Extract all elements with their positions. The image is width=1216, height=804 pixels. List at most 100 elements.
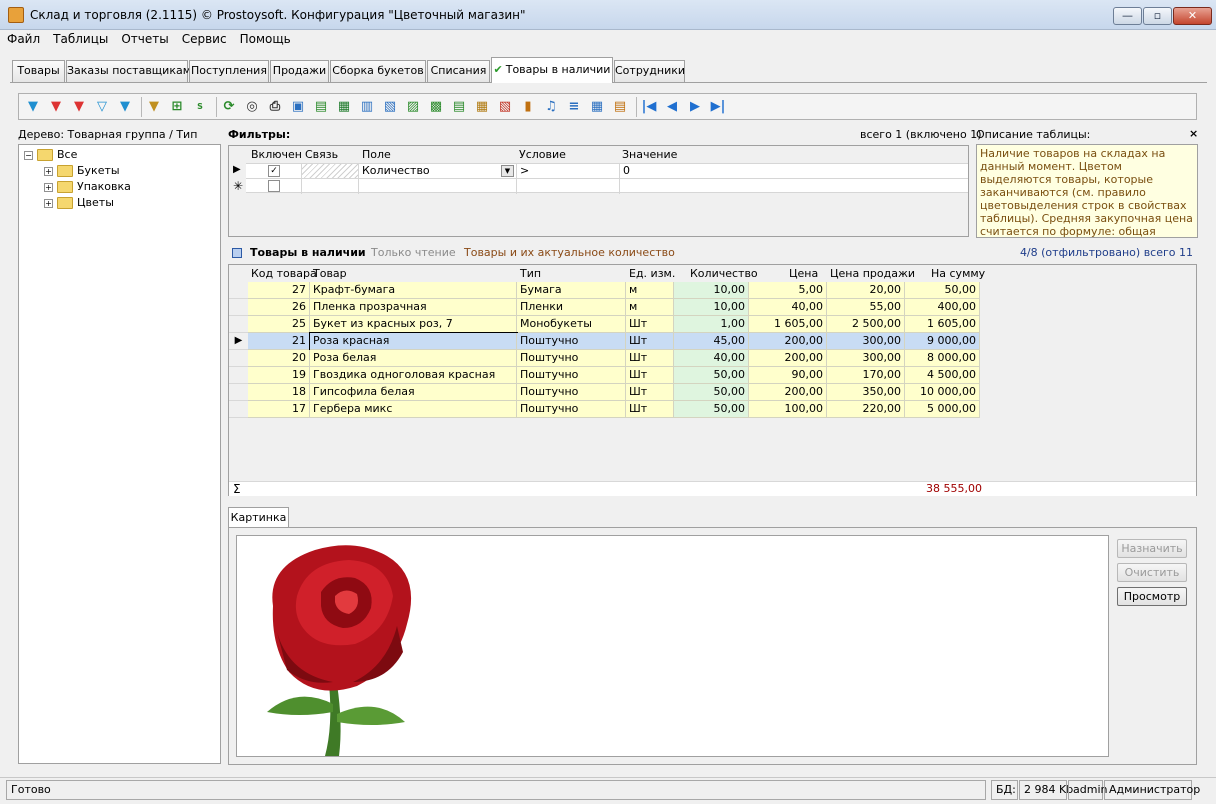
prev-icon[interactable]: ◀ — [663, 98, 681, 116]
menu-help[interactable]: Помощь — [233, 30, 297, 47]
cell-sale-price[interactable]: 350,00 — [827, 384, 905, 401]
tree-node-bouquets[interactable]: + Букеты — [44, 164, 120, 178]
filter-icon[interactable]: ▼ — [24, 98, 42, 116]
cell-type[interactable]: Бумага — [517, 282, 626, 299]
cell-code[interactable]: 17 — [248, 401, 310, 418]
tab-picture[interactable]: Картинка — [228, 507, 289, 528]
expand-icon[interactable]: + — [44, 166, 53, 176]
filter-field-select[interactable]: Количество ▼ — [359, 164, 517, 179]
table-row[interactable]: 25 Букет из красных роз, 7 Монобукеты Шт 1,0… — [248, 316, 983, 333]
filter-edit-icon[interactable]: ▼ — [116, 98, 134, 116]
cell-code[interactable]: 27 — [248, 282, 310, 299]
cell-type[interactable]: Пленки — [517, 299, 626, 316]
table-row[interactable]: 17 Гербера микс Поштучно Шт 50,00 100,00 220,0… — [248, 401, 983, 418]
cell-product[interactable]: Роза красная — [309, 332, 518, 351]
tab-sales[interactable]: Продажи — [270, 60, 329, 82]
row-selector[interactable] — [229, 316, 248, 333]
next-icon[interactable]: ▶ — [686, 98, 704, 116]
export-excel-icon[interactable]: ▦ — [335, 98, 353, 116]
cell-quantity[interactable]: 45,00 — [674, 333, 749, 350]
cell-code[interactable]: 19 — [248, 367, 310, 384]
menu-reports[interactable]: Отчеты — [114, 30, 174, 47]
col-unit[interactable]: Ед. изм. — [629, 267, 675, 280]
last-icon[interactable]: ▶| — [709, 98, 727, 116]
table-row[interactable]: 20 Роза белая Поштучно Шт 40,00 200,00 300,00 8… — [248, 350, 983, 367]
export-dbf-icon[interactable]: ▦ — [473, 98, 491, 116]
filter-toggle-icon[interactable]: ▼ — [145, 98, 163, 116]
cell-quantity[interactable]: 50,00 — [674, 367, 749, 384]
cell-total[interactable]: 9 000,00 — [905, 333, 980, 350]
row-selector[interactable] — [229, 367, 248, 384]
filter-condition-cell[interactable]: > — [517, 164, 620, 179]
cell-quantity[interactable]: 40,00 — [674, 350, 749, 367]
tab-supplier-orders[interactable]: Заказы поставщикам — [66, 60, 191, 82]
cell-sale-price[interactable]: 20,00 — [827, 282, 905, 299]
cell-total[interactable]: 4 500,00 — [905, 367, 980, 384]
cell-type[interactable]: Поштучно — [517, 401, 626, 418]
cell-price[interactable]: 200,00 — [749, 350, 827, 367]
minimize-button[interactable]: — — [1113, 7, 1142, 25]
refresh-icon[interactable]: ⟳ — [220, 98, 238, 116]
menu-service[interactable]: Сервис — [175, 30, 233, 47]
cell-type[interactable]: Поштучно — [517, 384, 626, 401]
cell-unit[interactable]: Шт — [626, 333, 674, 350]
export-txt-icon[interactable]: ▤ — [450, 98, 468, 116]
tab-bouquet-assembly[interactable]: Сборка букетов — [330, 60, 426, 82]
cell-quantity[interactable]: 50,00 — [674, 401, 749, 418]
cell-unit[interactable]: Шт — [626, 350, 674, 367]
cell-code[interactable]: 21 — [248, 333, 310, 350]
cell-product[interactable]: Крафт-бумага — [310, 282, 517, 299]
cell-sale-price[interactable]: 170,00 — [827, 367, 905, 384]
cell-product[interactable]: Гербера микс — [310, 401, 517, 418]
filter-clear-icon[interactable]: ▼ — [70, 98, 88, 116]
cell-quantity[interactable]: 10,00 — [674, 282, 749, 299]
filter-new-checkbox[interactable] — [268, 180, 280, 192]
cell-type[interactable]: Поштучно — [517, 367, 626, 384]
cell-quantity[interactable]: 50,00 — [674, 384, 749, 401]
row-selector[interactable] — [229, 299, 248, 316]
cell-total[interactable]: 400,00 — [905, 299, 980, 316]
first-icon[interactable]: |◀ — [640, 98, 658, 116]
find-icon[interactable]: ◎ — [243, 98, 261, 116]
filter-value-cell[interactable]: 0 — [620, 164, 968, 179]
tree-node-flowers[interactable]: + Цветы — [44, 196, 114, 210]
columns-icon[interactable]: ≡ — [565, 98, 583, 116]
tab-goods[interactable]: Товары — [12, 60, 65, 82]
tree-icon[interactable]: ⊞ — [168, 98, 186, 116]
cell-product[interactable]: Букет из красных роз, 7 — [310, 316, 517, 333]
cell-unit[interactable]: м — [626, 299, 674, 316]
dropdown-arrow-icon[interactable]: ▼ — [501, 165, 514, 177]
cell-unit[interactable]: Шт — [626, 384, 674, 401]
cell-total[interactable]: 1 605,00 — [905, 316, 980, 333]
grid-icon[interactable]: ▦ — [588, 98, 606, 116]
filter-enabled-checkbox[interactable]: ✓ — [268, 165, 280, 177]
tree-node-root[interactable]: − Все — [24, 148, 77, 162]
cell-price[interactable]: 40,00 — [749, 299, 827, 316]
tab-employees[interactable]: Сотрудники — [614, 60, 685, 82]
table-row[interactable]: 19 Гвоздика одноголовая красная Поштучно Шт… — [248, 367, 983, 384]
export-pdf-icon[interactable]: ▧ — [496, 98, 514, 116]
row-selector[interactable] — [229, 282, 248, 299]
close-button[interactable]: ✕ — [1173, 7, 1212, 25]
menu-tables[interactable]: Таблицы — [46, 30, 114, 47]
cell-product[interactable]: Пленка прозрачная — [310, 299, 517, 316]
tree-node-packaging[interactable]: + Упаковка — [44, 180, 131, 194]
properties-icon[interactable]: ▤ — [611, 98, 629, 116]
assign-button[interactable]: Назначить — [1117, 539, 1187, 558]
cell-type[interactable]: Поштучно — [517, 350, 626, 367]
cell-quantity[interactable]: 10,00 — [674, 299, 749, 316]
row-selector[interactable]: ▶ — [229, 333, 248, 350]
export-csv-icon[interactable]: ▩ — [427, 98, 445, 116]
cell-unit[interactable]: Шт — [626, 367, 674, 384]
cell-price[interactable]: 200,00 — [749, 384, 827, 401]
cell-unit[interactable]: Шт — [626, 401, 674, 418]
filter-row[interactable]: ✓ Количество ▼ > 0 — [246, 163, 968, 179]
cell-total[interactable]: 50,00 — [905, 282, 980, 299]
cell-price[interactable]: 90,00 — [749, 367, 827, 384]
cell-product[interactable]: Гипсофила белая — [310, 384, 517, 401]
col-code[interactable]: Код товара — [251, 267, 317, 280]
cell-sale-price[interactable]: 220,00 — [827, 401, 905, 418]
export-icon[interactable]: ▤ — [312, 98, 330, 116]
cell-quantity[interactable]: 1,00 — [674, 316, 749, 333]
col-quantity[interactable]: Количество — [690, 267, 758, 280]
